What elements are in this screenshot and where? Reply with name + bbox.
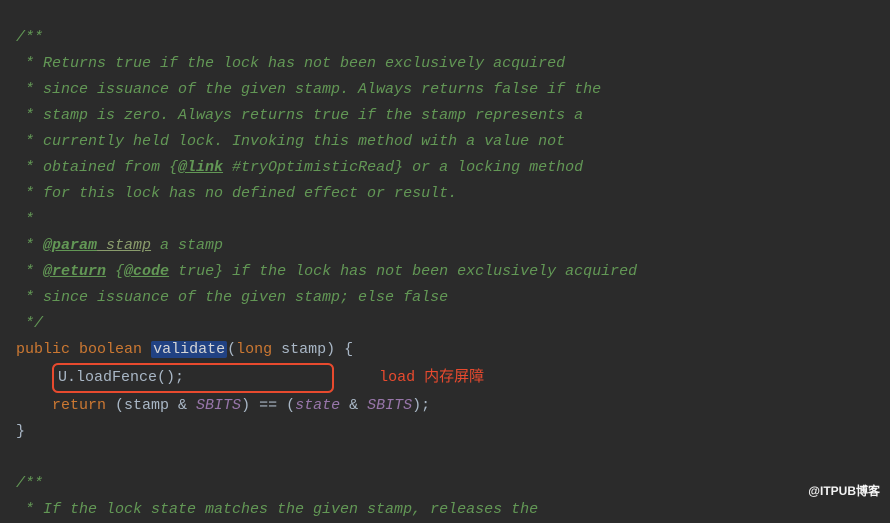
javadoc-line: * obtained from {@link #tryOptimisticRea… [16,159,583,176]
field-sbits: SBITS [196,397,241,414]
expr: ); [412,397,430,414]
link-tag: @link [178,159,223,176]
annotation-text: load 内存屏障 [379,369,484,386]
javadoc-line: * for this lock has no defined effect or… [16,185,457,202]
watermark: @ITPUB博客 [808,478,880,504]
javadoc2-open: /** [16,475,43,492]
javadoc-return: * @return {@code true} if the lock has n… [16,263,637,280]
javadoc-line: * Returns true if the lock has not been … [16,55,565,72]
javadoc-line: * since issuance of the given stamp; els… [16,289,448,306]
brace-open: { [335,341,353,358]
highlight-box: U.loadFence(); [52,363,334,393]
javadoc-close: */ [16,315,43,332]
expr: & [340,397,367,414]
param-name: stamp) [272,341,335,358]
javadoc-line: * [16,211,34,228]
expr: (stamp & [106,397,196,414]
field-state: state [295,397,340,414]
javadoc-open: /** [16,29,43,46]
param-tag: @param [43,237,97,254]
brace-close: } [16,423,25,440]
kw-boolean: boolean [79,341,142,358]
return-tag: @return [43,263,106,280]
call-U: U [58,369,67,386]
method-validate: validate [151,341,227,358]
expr: ) == ( [241,397,295,414]
kw-return: return [52,397,106,414]
javadoc-line: * since issuance of the given stamp. Alw… [16,81,601,98]
paren-open: ( [227,341,236,358]
code-tag: @code [124,263,169,280]
code-block: /** * Returns true if the lock has not b… [0,0,890,523]
kw-public: public [16,341,70,358]
javadoc-param: * @param stamp a stamp [16,237,223,254]
call-loadfence: .loadFence(); [67,369,184,386]
type-long: long [236,341,272,358]
field-sbits-2: SBITS [367,397,412,414]
javadoc-line: * currently held lock. Invoking this met… [16,133,565,150]
javadoc-line: * stamp is zero. Always returns true if … [16,107,583,124]
